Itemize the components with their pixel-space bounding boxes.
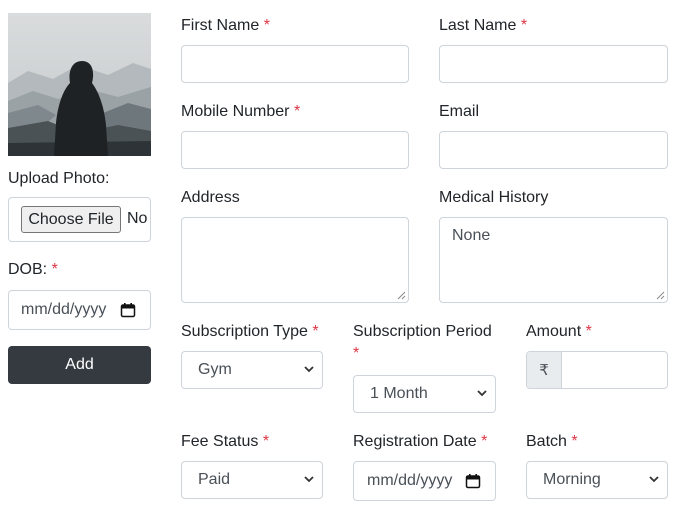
medical-history-textarea[interactable]: None: [439, 217, 668, 303]
first-name-input[interactable]: [181, 45, 409, 83]
photo-file-input[interactable]: Choose File No: [8, 197, 151, 242]
required-marker: *: [51, 261, 58, 278]
choose-file-label: Choose File: [28, 210, 114, 228]
email-input[interactable]: [439, 131, 668, 169]
amount-label: Amount *: [526, 322, 592, 342]
required-marker: *: [520, 17, 528, 34]
batch-select[interactable]: Morning: [526, 461, 668, 499]
first-name-label-text: First Name: [181, 17, 260, 34]
address-textarea[interactable]: [181, 217, 409, 303]
registration-date-input[interactable]: mm/dd/yyyy: [353, 461, 496, 501]
upload-photo-label: Upload Photo:: [8, 170, 110, 187]
rupee-icon: ₹: [539, 362, 549, 379]
resize-handle-icon[interactable]: [656, 291, 665, 300]
profile-photo: [8, 13, 151, 156]
address-label: Address: [181, 189, 240, 206]
required-marker: *: [263, 17, 270, 34]
subscription-period-value: 1 Month: [370, 385, 428, 402]
last-name-label-text: Last Name: [439, 17, 517, 34]
last-name-input[interactable]: [439, 45, 668, 83]
last-name-label: Last Name *: [439, 16, 527, 36]
currency-addon: ₹: [527, 352, 562, 388]
medical-history-label: Medical History: [439, 189, 549, 206]
choose-file-button[interactable]: Choose File: [21, 206, 121, 233]
subscription-period-select[interactable]: 1 Month: [353, 375, 496, 413]
required-marker: *: [481, 433, 488, 450]
subscription-type-label-text: Subscription Type: [181, 323, 308, 340]
calendar-icon[interactable]: [120, 302, 136, 318]
dob-placeholder: mm/dd/yyyy: [21, 301, 107, 318]
required-marker: *: [353, 345, 360, 362]
dob-label: DOB: *: [8, 260, 58, 280]
registration-date-label-text: Registration Date: [353, 433, 477, 450]
amount-label-text: Amount: [526, 323, 582, 340]
mobile-number-label-text: Mobile Number: [181, 103, 290, 120]
chevron-down-icon: [477, 390, 487, 397]
calendar-icon[interactable]: [465, 473, 481, 489]
chevron-down-icon: [304, 366, 314, 373]
batch-label: Batch *: [526, 432, 578, 452]
subscription-type-value: Gym: [198, 361, 232, 378]
dob-date-input[interactable]: mm/dd/yyyy: [8, 290, 151, 330]
add-button[interactable]: Add: [8, 346, 151, 384]
fee-status-label-text: Fee Status: [181, 433, 259, 450]
mobile-number-input[interactable]: [181, 131, 409, 169]
subscription-period-label: Subscription Period: [353, 322, 492, 342]
add-button-label: Add: [65, 356, 94, 373]
file-status-text: No: [127, 210, 148, 227]
registration-date-placeholder: mm/dd/yyyy: [367, 472, 453, 489]
resize-handle-icon[interactable]: [397, 291, 406, 300]
dob-label-text: DOB:: [8, 261, 48, 278]
registration-date-label: Registration Date *: [353, 432, 487, 452]
required-marker: *: [262, 433, 270, 450]
subscription-type-select[interactable]: Gym: [181, 351, 323, 389]
required-marker: *: [571, 433, 578, 450]
first-name-label: First Name *: [181, 16, 270, 36]
subscription-type-label: Subscription Type *: [181, 322, 319, 342]
subscription-period-label-text: Subscription Period: [353, 323, 492, 340]
fee-status-select[interactable]: Paid: [181, 461, 323, 499]
required-marker: *: [585, 323, 592, 340]
required-marker: *: [312, 323, 319, 340]
batch-value: Morning: [543, 471, 601, 488]
mobile-number-label: Mobile Number *: [181, 102, 300, 122]
fee-status-value: Paid: [198, 471, 231, 488]
batch-label-text: Batch: [526, 433, 567, 450]
chevron-down-icon: [304, 476, 314, 483]
email-label: Email: [439, 103, 480, 120]
medical-history-value: None: [452, 227, 491, 244]
chevron-down-icon: [649, 476, 659, 483]
required-marker: *: [293, 103, 301, 120]
fee-status-label: Fee Status *: [181, 432, 269, 452]
amount-input-group[interactable]: ₹: [526, 351, 668, 389]
